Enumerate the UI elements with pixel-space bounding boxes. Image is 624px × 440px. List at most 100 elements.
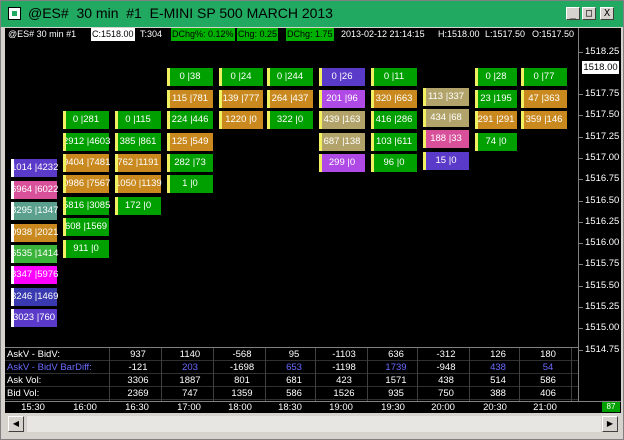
close-button[interactable]: X bbox=[600, 7, 614, 20]
cell-marker bbox=[115, 132, 118, 151]
scroll-right-button[interactable]: ▶ bbox=[602, 416, 618, 432]
bar-count-badge: 87 bbox=[602, 402, 620, 412]
minimize-button[interactable]: _ bbox=[566, 7, 580, 20]
footprint-cell: 15 |0 bbox=[423, 151, 469, 170]
footprint-cell: 0 |24 bbox=[219, 68, 263, 87]
cell-marker bbox=[11, 244, 14, 263]
price-label: 1516.00 bbox=[585, 237, 620, 249]
footprint-cell: 1 |0 bbox=[167, 175, 213, 194]
chart-window: @ES# 30 min #1 E-MINI SP 500 MARCH 2013 … bbox=[0, 0, 624, 440]
price-label: 1517.75 bbox=[585, 88, 620, 99]
info-open: O:1517.50 bbox=[532, 29, 575, 39]
info-symbol: @ES# 30 min #1 bbox=[8, 29, 77, 39]
price-label: 1516.50 bbox=[585, 194, 620, 206]
stats-row: AskV - BidV: 937 1140 -568 95 -1103 636 -312 126… bbox=[5, 349, 578, 361]
cell-marker bbox=[219, 68, 222, 87]
cell-marker bbox=[475, 89, 478, 108]
stats-divider bbox=[571, 348, 572, 402]
price-tick bbox=[579, 157, 583, 159]
cell-marker bbox=[319, 111, 322, 130]
footprint-chart[interactable]: @ES# 30 min #1 C:1518.00 T:304 DChg%: 0.… bbox=[5, 28, 621, 438]
cell-marker bbox=[267, 68, 270, 87]
cell-marker bbox=[11, 309, 14, 328]
footprint-cell: 762 |1191 bbox=[115, 154, 161, 172]
info-dchg-pct: DChg%: 0.12% bbox=[171, 28, 235, 41]
stats-value: 1571 bbox=[385, 375, 407, 386]
stats-value: -121 bbox=[128, 362, 148, 373]
footprint-cell: 224 |446 bbox=[167, 111, 213, 130]
stats-row: Ask Vol: 3306 1887 801 681 423 1571 438 514 586 bbox=[5, 375, 578, 387]
price-tick bbox=[579, 328, 583, 330]
price-tick bbox=[579, 243, 583, 245]
price-axis[interactable]: 1518.25 1517.75 1517.50 1517.25 1517.00 1516.… bbox=[578, 28, 621, 438]
price-tick bbox=[579, 94, 583, 95]
stats-value: 423 bbox=[336, 375, 352, 386]
app-icon[interactable] bbox=[8, 7, 21, 20]
cell-marker bbox=[475, 111, 478, 130]
stats-value: 438 bbox=[438, 375, 454, 386]
stats-value: -1698 bbox=[229, 362, 255, 373]
price-tick bbox=[579, 285, 583, 287]
stats-value: 388 bbox=[490, 388, 506, 399]
footprint-cell: 0 |77 bbox=[521, 68, 567, 87]
cell-marker bbox=[371, 132, 374, 151]
price-label: 1515.50 bbox=[585, 279, 620, 291]
footprint-cell: 0 |115 bbox=[115, 111, 161, 130]
maximize-button[interactable]: □ bbox=[582, 7, 596, 20]
stats-value: 586 bbox=[286, 388, 302, 399]
info-close: C:1518.00 bbox=[91, 28, 135, 41]
cell-marker bbox=[167, 89, 170, 108]
scroll-track[interactable] bbox=[27, 416, 601, 432]
price-tick bbox=[579, 52, 583, 53]
footprint-cell: 264 |437 bbox=[267, 89, 313, 108]
stats-value: 636 bbox=[388, 349, 404, 360]
footprint-cell: 96 |0 bbox=[371, 154, 417, 172]
price-tick bbox=[579, 136, 583, 138]
cell-marker bbox=[371, 154, 374, 172]
footprint-cell: 8295 |1347 bbox=[11, 202, 58, 221]
time-axis[interactable]: 15:30 16:00 16:30 17:00 18:00 18:30 19:00 19:30… bbox=[5, 401, 621, 413]
scroll-left-button[interactable]: ◀ bbox=[8, 416, 24, 432]
window-title: @ES# 30 min #1 E-MINI SP 500 MARCH 2013 bbox=[28, 5, 333, 21]
footprint-cell: 172 |0 bbox=[115, 196, 161, 215]
footprint-cell: 8347 |5976 bbox=[11, 266, 58, 285]
stats-value: 935 bbox=[388, 388, 404, 399]
stats-value: 514 bbox=[490, 375, 506, 386]
current-price-marker: 1518.00 bbox=[582, 61, 619, 74]
price-tick bbox=[579, 179, 583, 181]
cell-marker bbox=[63, 175, 66, 194]
title-bar[interactable]: @ES# 30 min #1 E-MINI SP 500 MARCH 2013 … bbox=[1, 1, 623, 27]
cell-marker bbox=[267, 111, 270, 130]
info-datetime: 2013-02-12 21:14:15 bbox=[341, 29, 425, 39]
cell-marker bbox=[167, 175, 170, 194]
stats-value: 126 bbox=[490, 349, 506, 360]
cell-marker bbox=[521, 89, 524, 108]
cell-marker bbox=[423, 151, 426, 170]
footprint-cell: 1220 |0 bbox=[219, 111, 263, 130]
stats-row: Bid Vol: 2369 747 1359 586 1526 935 750 388 406 bbox=[5, 388, 578, 400]
cell-marker bbox=[11, 202, 14, 221]
cell-marker bbox=[11, 180, 14, 199]
footprint-cell: 291 |291 bbox=[475, 111, 517, 130]
footprint-cell: 1050 |1139 bbox=[115, 175, 162, 194]
stats-divider bbox=[417, 348, 418, 402]
price-tick bbox=[579, 264, 583, 266]
horizontal-scrollbar[interactable]: ◀ ▶ bbox=[5, 413, 621, 438]
cell-marker bbox=[423, 130, 426, 149]
cell-marker bbox=[475, 132, 478, 151]
stats-value: 1526 bbox=[333, 388, 355, 399]
stats-value: 1140 bbox=[179, 349, 201, 360]
stats-value: -312 bbox=[436, 349, 456, 360]
footprint-cell: 439 |163 bbox=[319, 111, 365, 130]
footprint-cell: 3246 |1469 bbox=[11, 287, 58, 306]
footprint-cell: 139 |777 bbox=[219, 89, 263, 108]
stats-value: 203 bbox=[182, 362, 198, 373]
cell-marker bbox=[115, 196, 118, 215]
stats-label: AskV - BidV BarDiff: bbox=[7, 362, 92, 373]
footprint-cell: 3023 |760 bbox=[11, 309, 57, 328]
price-label: 1518.25 bbox=[585, 46, 620, 57]
stats-value: 180 bbox=[540, 349, 556, 360]
price-label: 1515.25 bbox=[585, 301, 620, 312]
footprint-cell: 23 |195 bbox=[475, 89, 517, 108]
stats-divider bbox=[161, 348, 162, 402]
